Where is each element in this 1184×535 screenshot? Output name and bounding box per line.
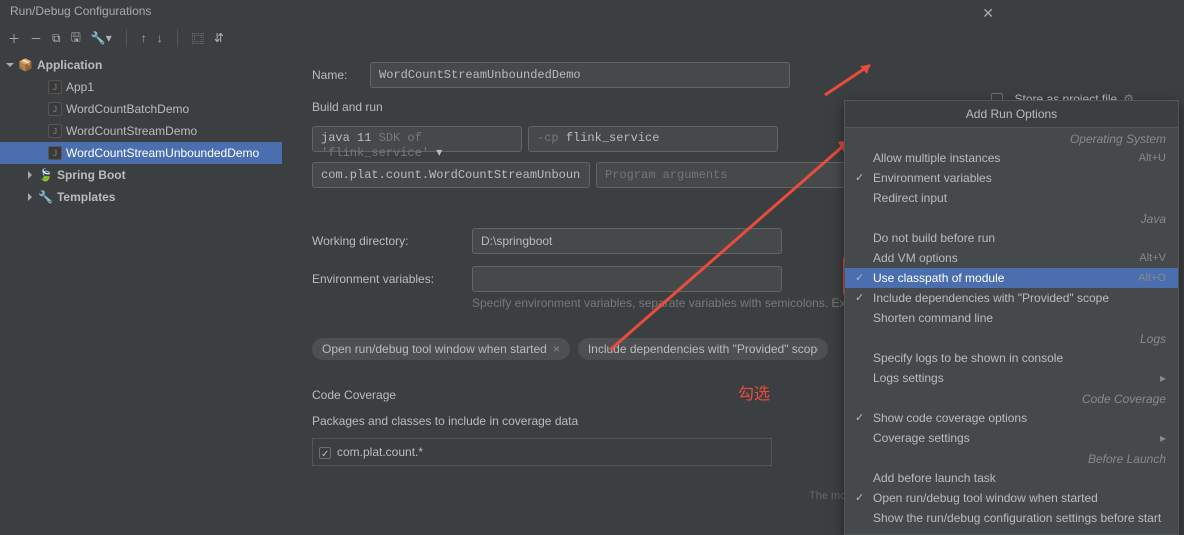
opt-logs-settings[interactable]: Logs settings▸ <box>845 368 1178 388</box>
opt-add-before[interactable]: Add before launch task <box>845 468 1178 488</box>
save-icon[interactable]: 🖫 <box>71 28 81 49</box>
up-icon[interactable]: ↑ <box>141 31 147 45</box>
pkg-checkbox[interactable] <box>319 447 331 459</box>
toolbar: ＋ － ⧉ 🖫 🔧▾ ↑ ↓ ⿴ ⇵ <box>0 24 1184 52</box>
add-run-options-popup: Add Run Options Operating System Allow m… <box>844 100 1179 535</box>
opt-no-build[interactable]: Do not build before run <box>845 228 1178 248</box>
config-tree: 📦 Application JApp1 JWordCountBatchDemo … <box>0 52 282 506</box>
opt-redirect[interactable]: Redirect input <box>845 188 1178 208</box>
program-args-input[interactable] <box>596 162 846 188</box>
collapse-icon[interactable]: ⇵ <box>214 31 224 45</box>
opt-show-cfg[interactable]: Show the run/debug configuration setting… <box>845 508 1178 528</box>
opt-allow-multi[interactable]: Allow multiple instancesAlt+U <box>845 148 1178 168</box>
env-input[interactable] <box>472 266 782 292</box>
down-icon[interactable]: ↓ <box>157 31 163 45</box>
popup-section-java: Java <box>845 208 1178 228</box>
copy-icon[interactable]: ⧉ <box>52 31 61 46</box>
tree-item-batch[interactable]: JWordCountBatchDemo <box>0 98 282 120</box>
popup-title: Add Run Options <box>845 101 1178 128</box>
wd-label: Working directory: <box>312 234 462 248</box>
close-icon[interactable]: ✕ <box>982 5 994 22</box>
popup-section-before: Before Launch <box>845 448 1178 468</box>
opt-cov-settings[interactable]: Coverage settings▸ <box>845 428 1178 448</box>
popup-section-logs: Logs <box>845 328 1178 348</box>
opt-show-cov[interactable]: ✓Show code coverage options <box>845 408 1178 428</box>
annotation-text: 勾选 <box>738 380 770 404</box>
popup-section-os: Operating System <box>845 128 1178 148</box>
tree-spring-node[interactable]: 🍃 Spring Boot <box>0 164 282 186</box>
chip-open-tool[interactable]: Open run/debug tool window when started× <box>312 338 570 360</box>
remove-icon[interactable]: － <box>30 30 42 47</box>
tree-item-app1[interactable]: JApp1 <box>0 76 282 98</box>
tree-templates-node[interactable]: 🔧 Templates <box>0 186 282 208</box>
classpath-select[interactable]: -cp flink_service <box>528 126 778 152</box>
opt-include-provided[interactable]: ✓Include dependencies with "Provided" sc… <box>845 288 1178 308</box>
opt-vm[interactable]: Add VM optionsAlt+V <box>845 248 1178 268</box>
env-label: Environment variables: <box>312 272 462 286</box>
window-title: Run/Debug Configurations <box>0 0 1184 24</box>
opt-env-vars[interactable]: ✓Environment variables <box>845 168 1178 188</box>
tree-app-node[interactable]: 📦 Application <box>0 54 282 76</box>
coverage-package-row[interactable]: com.plat.count.* <box>319 445 765 459</box>
popup-section-cov: Code Coverage <box>845 388 1178 408</box>
wd-input[interactable] <box>472 228 782 254</box>
main-class-input[interactable] <box>312 162 590 188</box>
opt-shorten[interactable]: Shorten command line <box>845 308 1178 328</box>
name-label: Name: <box>312 68 360 82</box>
name-input[interactable] <box>370 62 790 88</box>
close-icon[interactable]: × <box>553 342 560 356</box>
tree-item-stream[interactable]: JWordCountStreamDemo <box>0 120 282 142</box>
opt-open-tool[interactable]: ✓Open run/debug tool window when started <box>845 488 1178 508</box>
jdk-select[interactable]: java 11 SDK of 'flink_service' ▾ <box>312 126 522 152</box>
tree-item-unbounded[interactable]: JWordCountStreamUnboundedDemo <box>0 142 282 164</box>
chip-provided[interactable]: Include dependencies with "Provided" sco… <box>578 338 828 360</box>
add-icon[interactable]: ＋ <box>8 30 20 47</box>
folder-icon[interactable]: ⿴ <box>192 30 204 47</box>
opt-spec-logs[interactable]: Specify logs to be shown in console <box>845 348 1178 368</box>
wrench-icon[interactable]: 🔧▾ <box>91 31 112 45</box>
opt-use-cp[interactable]: ✓Use classpath of moduleAlt+O <box>845 268 1178 288</box>
